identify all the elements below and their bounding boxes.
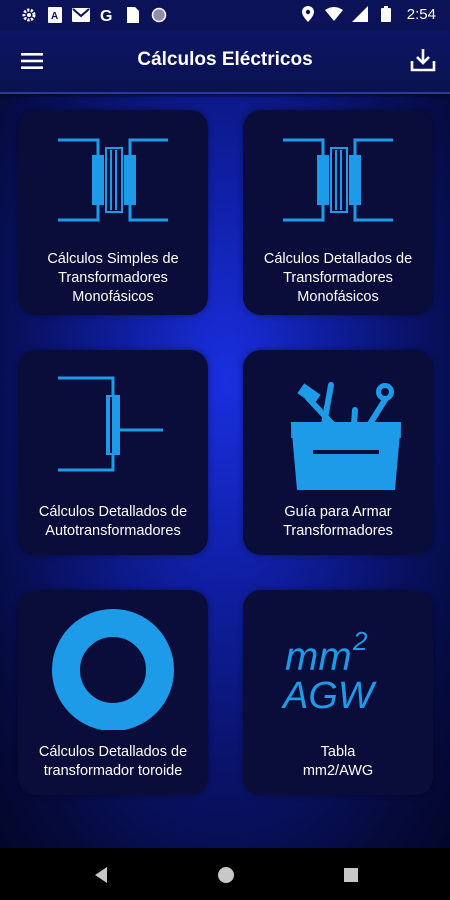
settings-icon	[20, 6, 38, 24]
card-label-line: Transformadores	[283, 270, 393, 286]
card-mm2-awg-table[interactable]: mm 2 AGW Tabla mm2/AWG	[243, 590, 433, 795]
download-icon[interactable]	[410, 47, 436, 73]
card-toroid[interactable]: Cálculos Detallados de transformador tor…	[18, 590, 208, 795]
app-bar: Cálculos Eléctricos	[0, 30, 450, 94]
card-label-line: Cálculos Detallados de	[38, 504, 188, 520]
card-label-line: Guía para Armar	[284, 504, 392, 520]
transformer-icon	[58, 138, 168, 222]
card-label-line: Cálculos Detallados de	[263, 251, 413, 267]
card-label-line: Tabla	[320, 744, 356, 760]
battery-icon	[377, 5, 395, 23]
icon-text-mm: mm	[285, 635, 352, 679]
home-icon[interactable]	[215, 864, 237, 886]
sim-icon	[124, 6, 142, 24]
signal-icon	[351, 5, 369, 23]
card-label-line: Transformadores	[58, 270, 168, 286]
wifi-icon	[324, 5, 343, 23]
circle-icon	[150, 6, 168, 24]
page-title: Cálculos Eléctricos	[137, 49, 313, 70]
svg-text:A: A	[51, 11, 58, 22]
toolbox-icon	[291, 382, 401, 490]
card-autotransformers[interactable]: Cálculos Detallados de Autotransformador…	[18, 350, 208, 555]
card-label-line: Monofásicos	[72, 289, 154, 305]
back-icon[interactable]	[91, 864, 113, 886]
location-icon	[299, 5, 317, 23]
card-label-line: Transformadores	[283, 523, 393, 539]
card-assembly-guide[interactable]: Guía para Armar Transformadores	[243, 350, 433, 555]
status-bar: A G 2:54	[0, 0, 450, 30]
card-label-line: Autotransformadores	[45, 523, 181, 539]
autotransformer-icon	[58, 376, 163, 472]
card-simple-transformers[interactable]: Cálculos Simples de Transformadores Mono…	[18, 110, 208, 315]
navigation-bar	[0, 848, 450, 900]
mm2-awg-icon: mm 2 AGW	[281, 626, 377, 717]
card-detailed-transformers[interactable]: Cálculos Detallados de Transformadores M…	[243, 110, 433, 315]
mail-icon	[72, 6, 90, 24]
card-label-line: mm2/AWG	[302, 763, 374, 779]
news-icon: A	[46, 6, 64, 24]
status-time: 2:54	[406, 5, 436, 23]
svg-text:G: G	[100, 8, 112, 23]
transformer-icon	[283, 138, 393, 222]
card-label-line: Monofásicos	[297, 289, 379, 305]
google-icon: G	[98, 6, 116, 24]
card-label-line: Cálculos Detallados de	[38, 744, 188, 760]
app-background: A G 2:54 Cálculos Eléctricos Cálculos Si…	[0, 0, 450, 848]
recents-icon[interactable]	[340, 864, 362, 886]
icon-text-agw: AGW	[281, 675, 377, 717]
card-label-line: transformador toroide	[43, 763, 183, 779]
icon-text-sup: 2	[352, 626, 368, 656]
card-label-line: Cálculos Simples de	[47, 251, 179, 267]
toroid-icon	[52, 609, 174, 730]
